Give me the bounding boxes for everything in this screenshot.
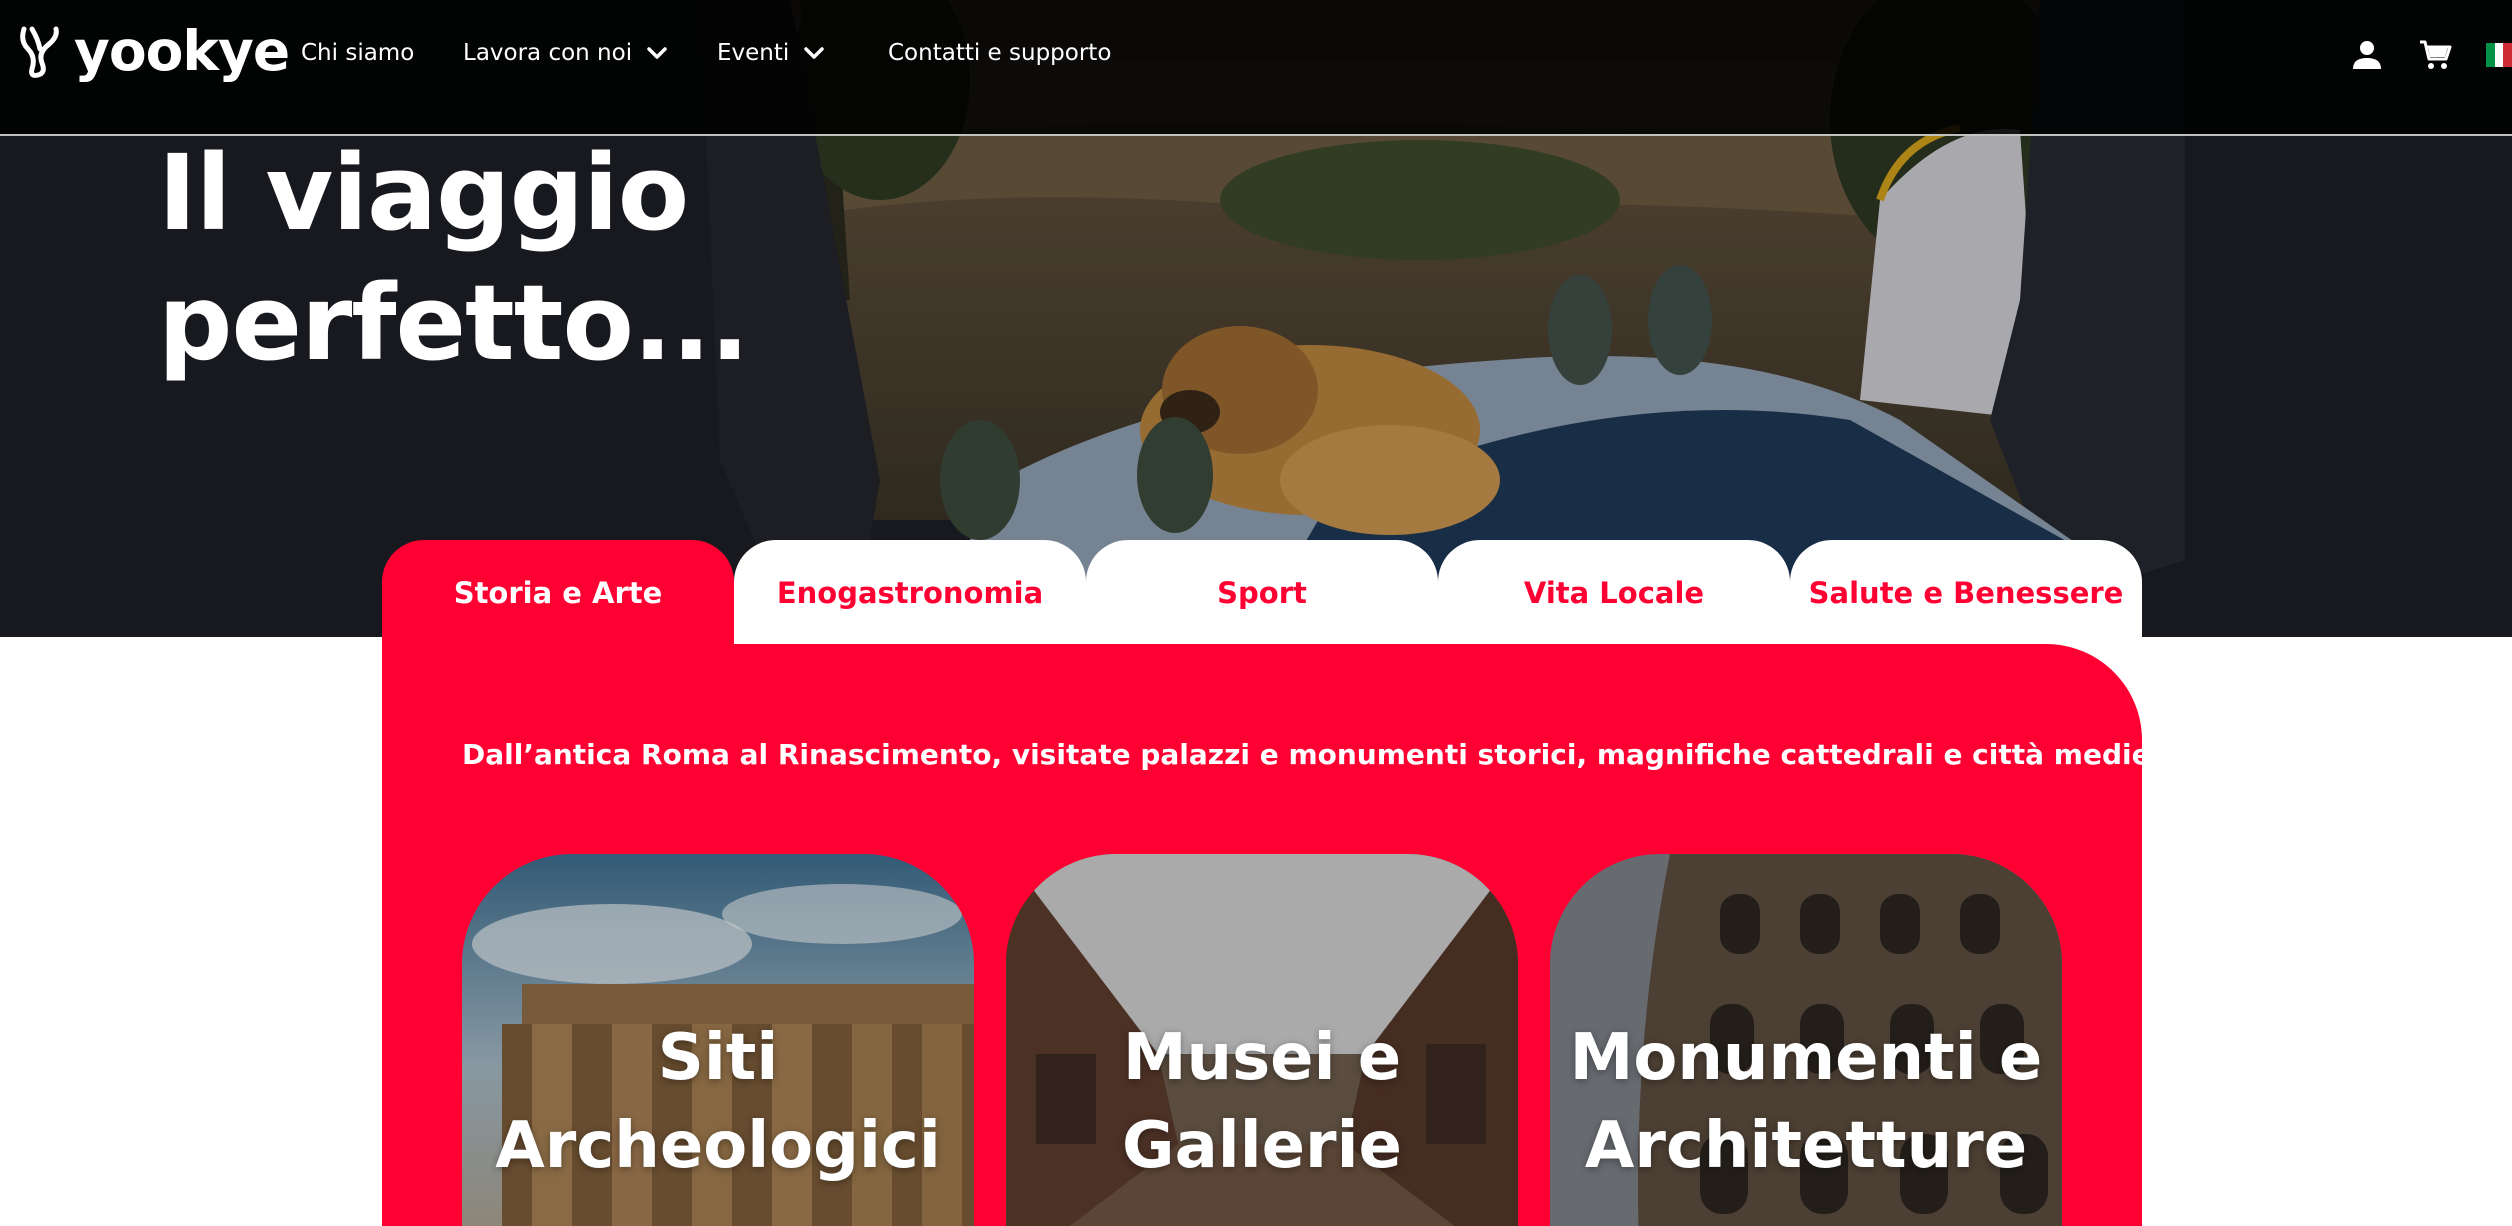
tab-enogastronomia[interactable]: Enogastronomia: [734, 540, 1086, 645]
category-tabs: Storia e Arte Enogastronomia Sport Vita …: [382, 540, 2142, 645]
tab-label: Sport: [1217, 575, 1307, 610]
card-title: Musei e Gallerie: [1006, 1014, 1518, 1190]
card-musei-e-gallerie[interactable]: Musei e Gallerie: [1006, 854, 1518, 1226]
nav-label: Contatti e supporto: [888, 40, 1112, 66]
chevron-down-icon: [804, 47, 825, 59]
card-title: Siti Archeologici: [462, 1014, 974, 1190]
card-monumenti-e-architetture[interactable]: Monumenti e Architetture: [1550, 854, 2062, 1226]
tab-label: Storia e Arte: [453, 575, 663, 610]
nav-actions: [2350, 38, 2512, 72]
card-siti-archeologici[interactable]: Siti Archeologici: [462, 854, 974, 1226]
nav-eventi[interactable]: Eventi: [717, 40, 825, 66]
tab-panel-storia-e-arte: Dall’antica Roma al Rinascimento, visita…: [382, 644, 2218, 1226]
nav-lavora-con-noi[interactable]: Lavora con noi: [463, 40, 668, 66]
card-title-line: Musei e: [1122, 1021, 1402, 1095]
card-title-line: Monumenti e: [1569, 1021, 2043, 1095]
hero-title-line: Il viaggio: [158, 132, 689, 254]
italian-flag-icon[interactable]: [2486, 43, 2512, 67]
card-title-line: Siti: [657, 1021, 779, 1095]
cart-icon[interactable]: [2418, 38, 2452, 72]
top-navbar: yookye Chi siamo Lavora con noi Eventi C…: [0, 0, 2512, 136]
tab-label: Vita Locale: [1523, 575, 1705, 610]
tab-label: Enogastronomia: [776, 575, 1044, 610]
tab-sport[interactable]: Sport: [1086, 540, 1438, 645]
nav-label: Eventi: [717, 40, 790, 66]
tab-vita-locale[interactable]: Vita Locale: [1438, 540, 1790, 645]
tab-storia-e-arte[interactable]: Storia e Arte: [382, 540, 734, 645]
brand-name: yookye: [74, 19, 290, 83]
yookye-logo-icon: [20, 26, 59, 78]
card-title-line: Architetture: [1584, 1109, 2028, 1183]
nav-chi-siamo[interactable]: Chi siamo: [301, 40, 414, 66]
tab-label: Salute e Benessere: [1808, 575, 2124, 610]
card-title: Monumenti e Architetture: [1550, 1014, 2062, 1190]
hero-title-line: perfetto...: [158, 262, 749, 384]
brand-logo[interactable]: yookye: [18, 19, 290, 83]
chevron-down-icon: [647, 47, 667, 59]
nav-label: Lavora con noi: [463, 40, 633, 66]
hero-title: Il viaggio perfetto...: [158, 128, 749, 388]
nav-label: Chi siamo: [301, 40, 415, 66]
card-title-line: Gallerie: [1122, 1109, 1402, 1183]
tab-salute-e-benessere[interactable]: Salute e Benessere: [1790, 540, 2142, 645]
panel-description: Dall’antica Roma al Rinascimento, visita…: [462, 738, 2218, 771]
card-title-line: Archeologici: [495, 1109, 941, 1183]
user-icon[interactable]: [2350, 38, 2384, 72]
nav-contatti[interactable]: Contatti e supporto: [888, 40, 1111, 66]
